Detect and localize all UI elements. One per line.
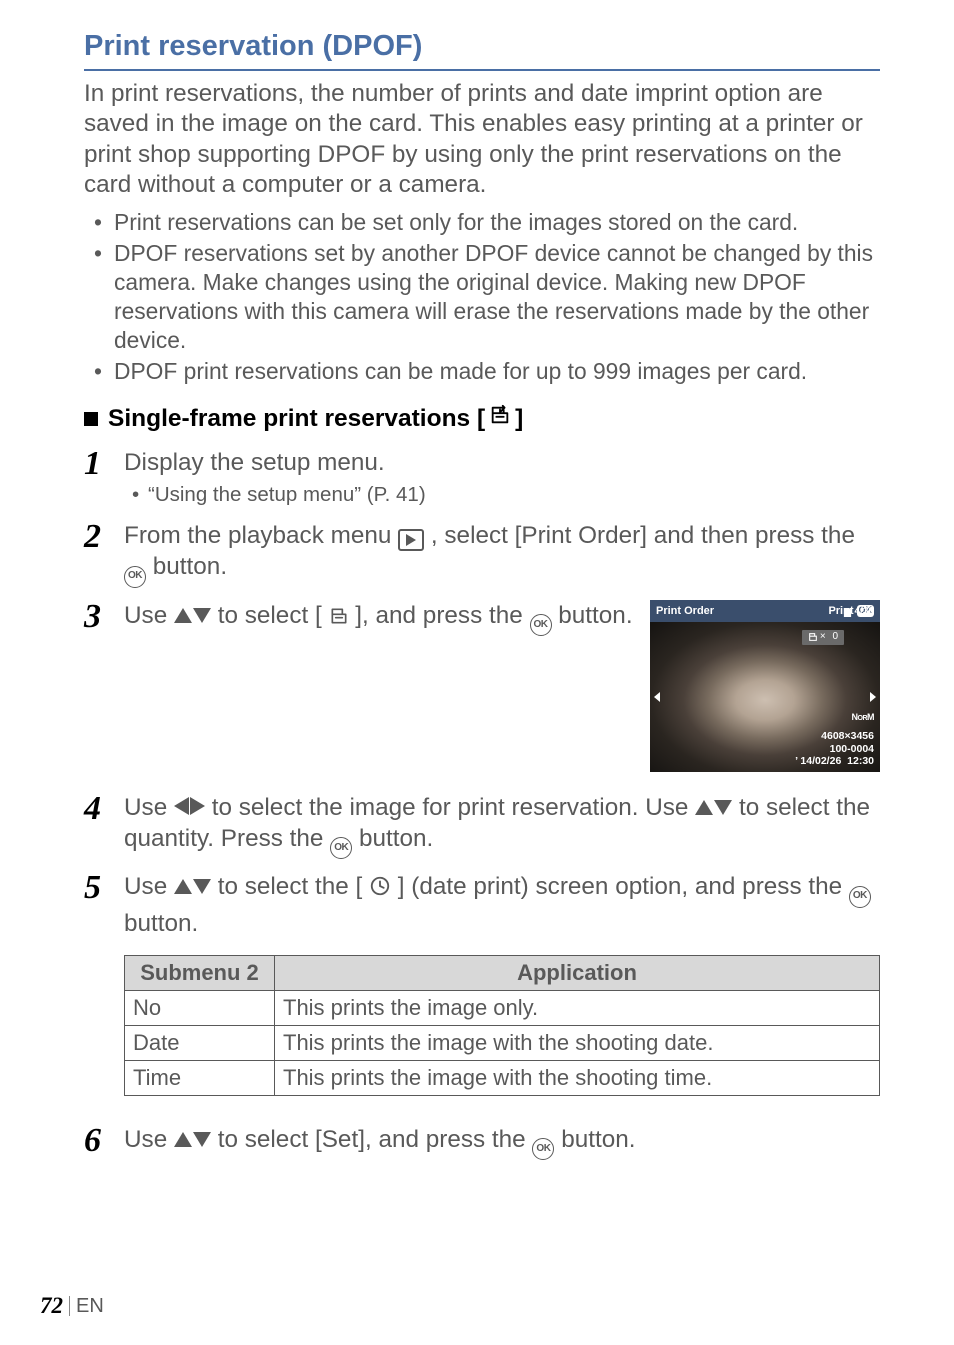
step-text-part: Use — [124, 794, 174, 821]
substep-text: “Using the setup menu” (P. 41) — [130, 482, 880, 508]
step-text-part: Use — [124, 602, 174, 629]
lcd-counter: 4/30 — [855, 606, 874, 619]
table-header: Application — [275, 955, 880, 990]
playback-icon — [398, 529, 424, 551]
step-4: 4 Use to select the image for print rese… — [84, 792, 880, 860]
notes-list: Print reservations can be set only for t… — [84, 208, 880, 386]
subsection-suffix: ] — [515, 405, 523, 433]
left-right-arrow-icon — [174, 797, 205, 815]
lcd-badge-x: × — [820, 631, 826, 644]
table-cell: This prints the image with the shooting … — [275, 1060, 880, 1095]
table-cell: This prints the image with the shooting … — [275, 1025, 880, 1060]
table-cell: This prints the image only. — [275, 990, 880, 1025]
intro-text: In print reservations, the number of pri… — [84, 79, 880, 200]
table-cell: Date — [125, 1025, 275, 1060]
square-bullet-icon — [84, 412, 98, 426]
ok-button-icon: OK — [530, 614, 552, 636]
step-text-part: button. — [561, 1126, 635, 1153]
step-text-part: to select [ — [218, 602, 322, 629]
ok-button-icon: OK — [532, 1138, 554, 1160]
page-number: 72 — [40, 1293, 63, 1319]
lcd-print-count-badge: × 0 — [802, 630, 844, 645]
up-down-arrow-icon — [174, 879, 211, 894]
step-1: 1 Display the setup menu. “Using the set… — [84, 447, 880, 508]
lcd-title: Print Order — [656, 604, 714, 618]
lcd-date: ’ 14/02/26 — [795, 755, 841, 767]
up-down-arrow-icon — [695, 800, 732, 815]
ok-button-icon: OK — [849, 886, 871, 908]
step-text-part: to select the [ — [218, 873, 363, 900]
section-heading: Print reservation (DPOF) — [84, 30, 880, 71]
language-code: EN — [76, 1295, 104, 1318]
page-footer: 72 EN — [40, 1293, 104, 1319]
table-cell: Time — [125, 1060, 275, 1095]
step-text: Display the setup menu. — [124, 447, 880, 478]
note-item: DPOF print reservations can be made for … — [92, 357, 880, 386]
print-order-icon — [489, 404, 511, 433]
table-row: Time This prints the image with the shoo… — [125, 1060, 880, 1095]
step-text-part: Use — [124, 873, 174, 900]
step-text-part: to select [Set], and press the — [218, 1126, 533, 1153]
step-text-part: button. — [153, 553, 227, 580]
clock-icon — [369, 875, 391, 897]
print-order-icon — [329, 603, 349, 634]
up-down-arrow-icon — [174, 608, 211, 623]
step-6: 6 Use to select [Set], and press the OK … — [84, 1124, 880, 1160]
step-text-part: button. — [558, 602, 632, 629]
lcd-badge-n: 0 — [832, 631, 838, 644]
step-2: 2 From the playback menu , select [Print… — [84, 520, 880, 588]
subsection-prefix: Single-frame print reservations [ — [108, 405, 485, 433]
camera-lcd-preview: Print Order Print OK × 0 4/30 — [650, 600, 880, 772]
step-number: 2 — [84, 520, 110, 554]
step-number: 1 — [84, 447, 110, 481]
step-number: 5 — [84, 871, 110, 905]
table-row: Date This prints the image with the shoo… — [125, 1025, 880, 1060]
step-number: 4 — [84, 792, 110, 826]
lcd-file-number: 100-0004 — [795, 743, 874, 756]
step-text-part: button. — [359, 825, 433, 852]
up-down-arrow-icon — [174, 1132, 211, 1147]
lcd-time: 12:30 — [847, 755, 874, 767]
lcd-left-arrow-icon — [654, 692, 660, 702]
table-cell: No — [125, 990, 275, 1025]
step-text-part: From the playback menu — [124, 522, 398, 549]
step-text-part: to select the image for print reservatio… — [212, 794, 695, 821]
ok-button-icon: OK — [124, 566, 146, 588]
steps-list: 1 Display the setup menu. “Using the set… — [84, 447, 880, 939]
lcd-resolution: 4608×3456 — [795, 730, 874, 743]
lcd-quality-icon: NORM — [852, 712, 875, 724]
step-5: 5 Use to select the [ ] (date print) scr… — [84, 871, 880, 939]
step-text-part: ] (date print) screen option, and press … — [398, 873, 849, 900]
step-text-part: button. — [124, 910, 198, 937]
note-item: DPOF reservations set by another DPOF de… — [92, 239, 880, 355]
step-number: 3 — [84, 600, 110, 634]
lcd-right-arrow-icon — [870, 692, 876, 702]
table-row: No This prints the image only. — [125, 990, 880, 1025]
step-3: 3 Use to select [ ], and press the OK bu… — [84, 600, 880, 772]
step-text-part: , select [Print Order] and then press th… — [431, 522, 855, 549]
ok-button-icon: OK — [330, 837, 352, 859]
step-text-part: Use — [124, 1126, 174, 1153]
subsection-heading: Single-frame print reservations [ ] — [84, 404, 880, 433]
step-number: 6 — [84, 1124, 110, 1158]
step-text-part: ], and press the — [355, 602, 529, 629]
footer-separator — [69, 1296, 70, 1316]
memory-card-icon — [843, 608, 852, 617]
note-item: Print reservations can be set only for t… — [92, 208, 880, 237]
date-print-options-table: Submenu 2 Application No This prints the… — [124, 955, 880, 1096]
table-header: Submenu 2 — [125, 955, 275, 990]
